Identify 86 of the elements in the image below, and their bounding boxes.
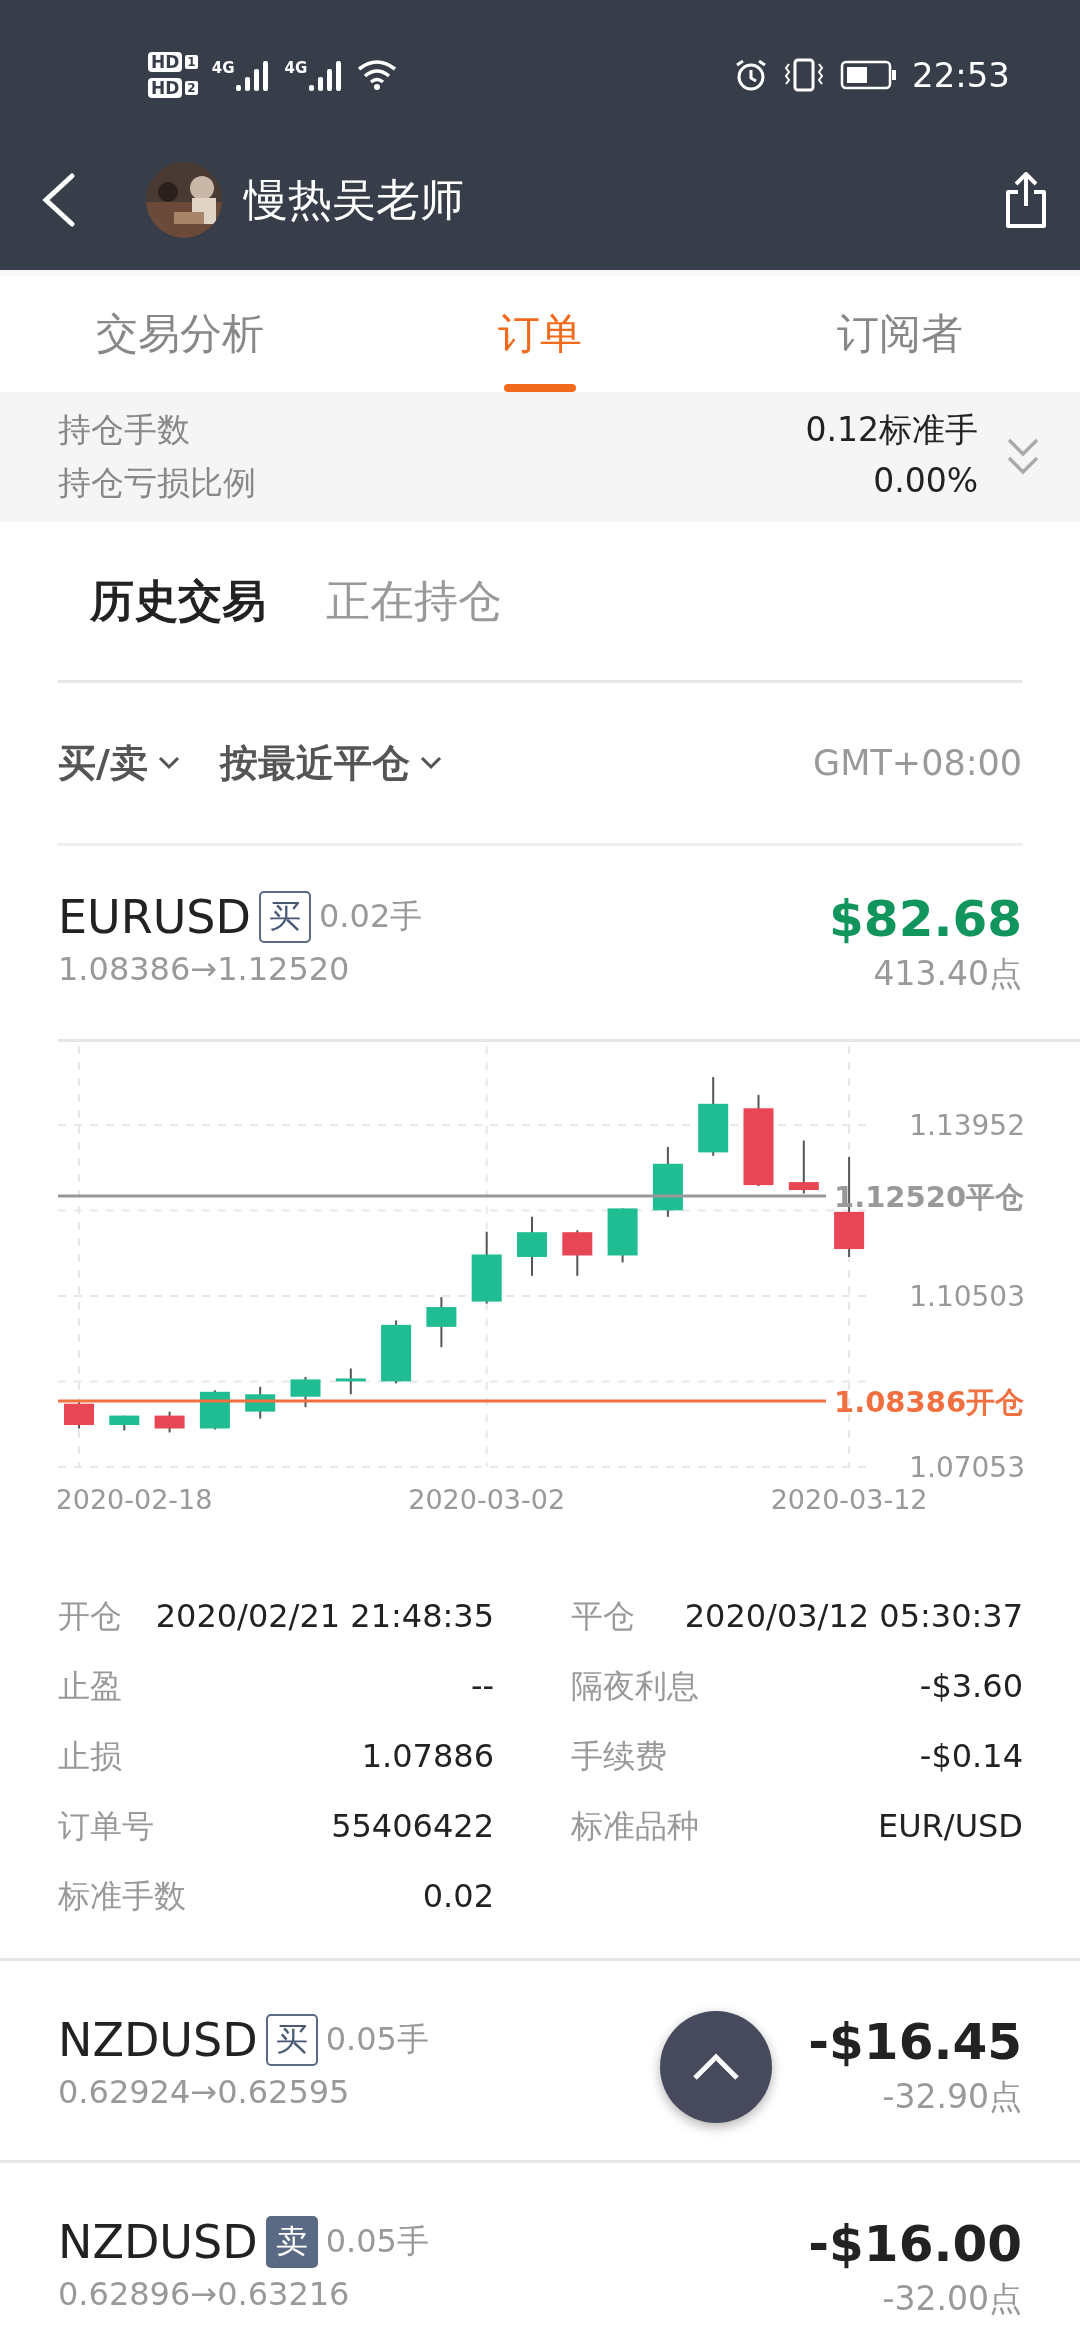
detail-value: 0.02 (422, 1876, 494, 1917)
detail-value: -$3.60 (919, 1666, 1023, 1707)
back-icon[interactable] (40, 172, 76, 228)
chevron-up-icon (691, 2052, 741, 2082)
price-range: 1.08386→1.12520 (58, 950, 351, 988)
detail-value: -- (470, 1666, 494, 1707)
points-value: 413.40点 (873, 953, 1022, 995)
detail-value: -$0.14 (919, 1736, 1023, 1777)
alarm-icon (734, 58, 768, 92)
timezone-label: GMT+08:00 (813, 743, 1022, 783)
sub-tab[interactable]: 历史交易 (90, 571, 266, 631)
detail-label: 平仓 (571, 1596, 635, 1637)
tab[interactable]: 订阅者 (720, 276, 1080, 392)
candlestick (335, 1367, 366, 1396)
points-value: -32.90点 (882, 2076, 1022, 2118)
profile-name: 慢热吴老师 (244, 172, 464, 227)
profit-amount: $82.68 (829, 890, 1022, 948)
vibrate-icon (782, 58, 826, 92)
summary-label: 持仓亏损比例 (58, 462, 256, 504)
profit-amount: -$16.00 (808, 2215, 1022, 2273)
lot-size: 0.02手 (319, 896, 423, 937)
symbol-name: NZDUSD (58, 2013, 258, 2067)
clock-time: 22:53 (912, 55, 1010, 95)
signal-icon (309, 59, 344, 91)
tab[interactable]: 订单 (360, 276, 720, 392)
detail-label: 开仓 (58, 1596, 122, 1637)
axis-label: 1.10503 (909, 1280, 1025, 1313)
detail-label: 标准手数 (58, 1876, 186, 1917)
detail-value: 2020/02/21 21:48:35 (155, 1596, 494, 1637)
filter-dropdown[interactable]: 按最近平仓 (219, 737, 442, 789)
candlestick (517, 1215, 547, 1277)
candlestick (381, 1319, 412, 1385)
axis-label: 1.07053 (909, 1451, 1025, 1484)
axis-label: 2020-03-02 (408, 1484, 566, 1515)
sim-slot-label: 1 (185, 55, 198, 69)
symbol-name: NZDUSD (58, 2215, 258, 2269)
candlestick (788, 1139, 819, 1195)
tab[interactable]: 交易分析 (0, 276, 360, 392)
network-label: 4G (211, 59, 235, 77)
candlestick (426, 1296, 457, 1349)
price-range: 0.62924→0.62595 (58, 2073, 351, 2111)
battery-icon (840, 60, 898, 90)
detail-value: 1.07886 (361, 1736, 494, 1777)
axis-label: 2020-02-18 (58, 1484, 213, 1515)
hd-icon: HD (148, 52, 183, 72)
chevron-down-icon (419, 756, 442, 770)
side-tag: 买 (265, 2014, 318, 2066)
detail-label: 订单号 (58, 1806, 154, 1847)
points-value: -32.00点 (882, 2278, 1022, 2320)
candlestick (607, 1207, 638, 1264)
price-range: 0.62896→0.63216 (58, 2275, 351, 2313)
hd-icon: HD (148, 78, 183, 98)
sub-tab[interactable]: 正在持仓 (326, 571, 502, 631)
candlestick (109, 1414, 140, 1432)
candlestick (562, 1229, 593, 1277)
axis-label: 2020-03-12 (770, 1484, 928, 1515)
summary-label: 持仓手数 (58, 409, 190, 451)
network-label: 4G (284, 59, 308, 77)
filter-dropdown[interactable]: 买/卖 (58, 737, 180, 789)
chevron-down-icon (157, 756, 180, 770)
candlestick (64, 1401, 94, 1430)
detail-label: 止盈 (58, 1666, 122, 1707)
symbol-name: EURUSD (58, 890, 251, 944)
price-line-label: 1.08386开仓 (834, 1384, 1025, 1419)
lot-size: 0.05手 (325, 2221, 429, 2262)
axis-label: 1.13952 (909, 1109, 1025, 1142)
candlestick (154, 1410, 185, 1434)
scroll-top-button[interactable] (660, 2011, 772, 2123)
summary-value: 0.12标准手 (805, 409, 978, 451)
detail-value: 2020/03/12 05:30:37 (684, 1596, 1023, 1637)
detail-label: 手续费 (571, 1736, 667, 1777)
side-tag: 卖 (265, 2216, 318, 2268)
sim-slot-label: 2 (185, 81, 198, 95)
detail-label: 隔夜利息 (571, 1666, 699, 1707)
detail-value: 55406422 (331, 1806, 494, 1847)
summary-value: 0.00% (873, 461, 978, 502)
detail-label: 止损 (58, 1736, 122, 1777)
lot-size: 0.05手 (325, 2019, 429, 2060)
detail-value: EUR/USD (877, 1806, 1023, 1847)
profit-amount: -$16.45 (808, 2013, 1022, 2071)
candlestick (245, 1385, 276, 1420)
candlestick (290, 1375, 321, 1409)
wifi-icon (357, 59, 398, 91)
signal-icon (236, 59, 271, 91)
detail-label: 标准品种 (571, 1806, 699, 1847)
side-tag: 买 (259, 891, 311, 943)
